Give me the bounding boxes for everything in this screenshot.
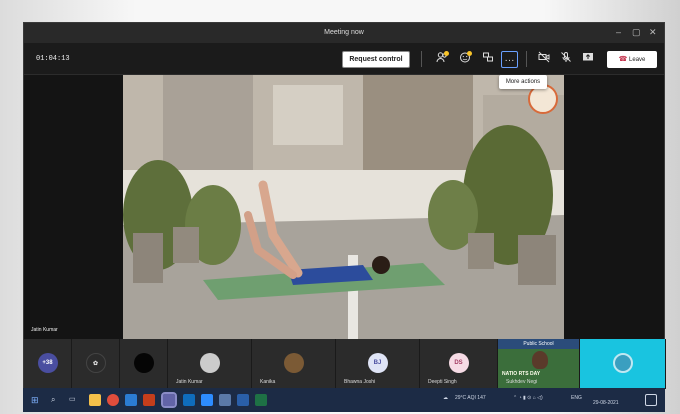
tray-icons[interactable]: ⌃ ◔ ▮ ⊙ ⌂ ◁) <box>513 395 543 401</box>
weather-readout[interactable]: 29°C AQI 147 <box>455 395 486 401</box>
zoom-icon[interactable] <box>201 394 213 406</box>
more-actions-button[interactable]: ··· <box>501 51 518 68</box>
leave-label: Leave <box>629 57 646 63</box>
minimize-icon[interactable]: – <box>616 27 621 37</box>
share-screen-icon[interactable] <box>579 51 596 68</box>
app-icon[interactable] <box>219 394 231 406</box>
reactions-icon[interactable] <box>456 51 473 68</box>
teams-icon[interactable] <box>161 392 177 408</box>
window-title: Meeting now <box>324 29 364 36</box>
close-icon[interactable]: ✕ <box>649 27 657 38</box>
avatar <box>133 353 154 373</box>
participant-tile[interactable]: Kanika <box>252 339 336 389</box>
camera-off-icon[interactable] <box>535 51 552 68</box>
presenter-name: Jatin Kumar <box>31 327 58 333</box>
participant-name: Deepti Singh <box>428 379 457 385</box>
powerpoint-icon[interactable] <box>143 394 155 406</box>
toolbar-divider <box>526 51 527 67</box>
word-icon[interactable] <box>125 394 137 406</box>
request-control-button[interactable]: Request control <box>342 51 410 68</box>
maximize-icon[interactable]: ▢ <box>632 27 641 38</box>
overflow-count: +38 <box>37 353 58 373</box>
mic-off-icon[interactable] <box>557 51 574 68</box>
avatar <box>199 353 220 373</box>
initials-avatar: BJ <box>367 353 388 373</box>
participants-badge <box>444 51 449 56</box>
teams-meeting-window: Meeting now – ▢ ✕ 01:04:13 Request contr… <box>23 22 666 389</box>
participant-tile[interactable] <box>580 339 666 389</box>
windows-start-icon[interactable]: ⊞ <box>31 394 43 406</box>
participant-name: Kanika <box>260 379 276 385</box>
participant-face <box>532 351 548 369</box>
participant-tile[interactable]: BJ Bhawna Joshi <box>336 339 420 389</box>
excel-icon[interactable] <box>255 394 267 406</box>
initials-avatar: DS <box>448 353 469 373</box>
participants-icon[interactable] <box>433 51 450 68</box>
meeting-timer: 01:04:13 <box>36 55 70 63</box>
edge-icon[interactable] <box>237 394 249 406</box>
weather-icon[interactable]: ☁ <box>443 395 448 401</box>
windows-taskbar: ⊞ ⌕ ▭ ☁ 29°C AQI 147 ⌃ ◔ ▮ ⊙ ⌂ ◁) ENG 29… <box>23 388 665 412</box>
avatar <box>283 353 304 373</box>
search-icon[interactable]: ⌕ <box>51 394 63 406</box>
video-tile-caption: NATIO RTS DAY <box>502 371 541 377</box>
title-bar: Meeting now – ▢ ✕ <box>24 23 664 43</box>
chrome-icon[interactable] <box>107 394 119 406</box>
shared-video-stage: Jatin Kumar <box>24 75 664 339</box>
language-indicator[interactable]: ENG <box>571 395 582 401</box>
yoga-video-frame <box>123 75 564 339</box>
participant-name: Bhawna Joshi <box>344 379 376 385</box>
participant-video-tile[interactable]: Public School NATIO RTS DAY Sukhdev Negi <box>498 339 580 389</box>
toolbar-divider <box>421 51 422 67</box>
reactions-badge <box>467 51 472 56</box>
participant-tile[interactable] <box>120 339 168 389</box>
video-tile-banner: Public School <box>498 339 579 349</box>
file-explorer-icon[interactable] <box>89 394 101 406</box>
participant-tile[interactable]: ✿ <box>72 339 120 389</box>
notifications-icon[interactable] <box>645 394 657 406</box>
avatar <box>612 353 633 373</box>
task-view-icon[interactable]: ▭ <box>69 394 81 406</box>
hang-up-icon: ☎ <box>618 56 628 63</box>
participant-tile[interactable]: Jatin Kumar <box>168 339 252 389</box>
clock-date[interactable]: 29-08-2021 <box>593 400 619 406</box>
leave-button[interactable]: ☎ Leave <box>607 51 657 68</box>
participant-tile[interactable]: DS Deepti Singh <box>420 339 498 389</box>
shared-video <box>123 75 564 339</box>
overflow-tile[interactable]: +38 <box>24 339 72 389</box>
participant-strip: +38 ✿ Jatin Kumar Kanika BJ Bhawna Joshi… <box>24 339 666 389</box>
meeting-toolbar: 01:04:13 Request control ··· ☎ Leave <box>24 43 664 75</box>
participant-name: Sukhdev Negi <box>506 379 538 385</box>
outlook-icon[interactable] <box>183 394 195 406</box>
participant-name: Jatin Kumar <box>176 379 203 385</box>
more-actions-tooltip: More actions <box>499 75 547 89</box>
breakout-rooms-icon[interactable] <box>479 51 496 68</box>
logo-avatar: ✿ <box>85 353 106 373</box>
